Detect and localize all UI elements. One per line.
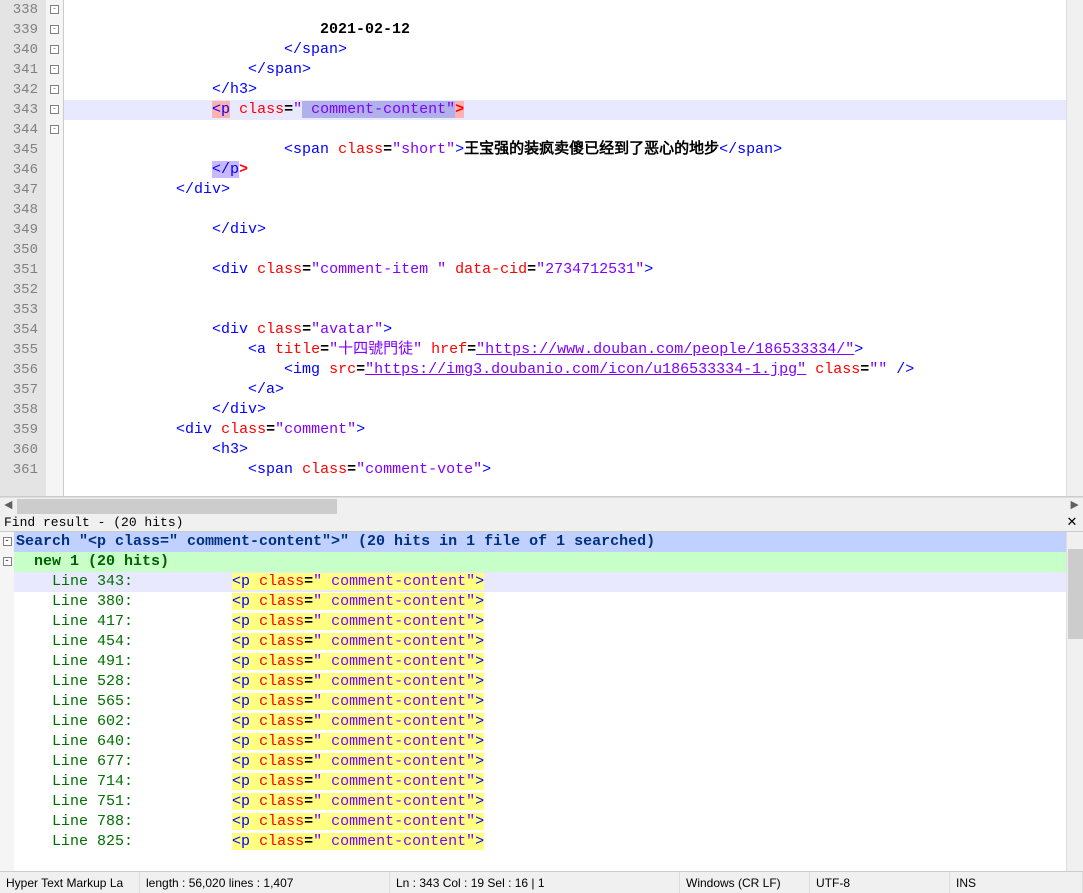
fold-column[interactable]: -------: [46, 0, 64, 496]
status-insert-mode: INS: [950, 872, 1083, 893]
status-eol: Windows (CR LF): [680, 872, 810, 893]
status-encoding: UTF-8: [810, 872, 950, 893]
find-fold-column[interactable]: --: [0, 532, 14, 871]
find-results-title: Find result - (20 hits): [4, 515, 183, 530]
find-vertical-scrollbar[interactable]: [1066, 532, 1083, 871]
status-length: length : 56,020 lines : 1,407: [140, 872, 390, 893]
status-language: Hyper Text Markup La: [0, 872, 140, 893]
close-icon[interactable]: ✕: [1065, 515, 1079, 530]
find-results-panel[interactable]: -- Search "<p class=" comment-content">"…: [0, 532, 1083, 871]
status-bar: Hyper Text Markup La length : 56,020 lin…: [0, 871, 1083, 893]
status-position: Ln : 343 Col : 19 Sel : 16 | 1: [390, 872, 680, 893]
scrollbar-thumb[interactable]: [17, 499, 337, 514]
find-results-title-bar: Find result - (20 hits) ✕: [0, 514, 1083, 532]
code-area[interactable]: 2021-02-12 </span> </span> </h3> <p clas…: [64, 0, 1066, 496]
scroll-left-icon[interactable]: ◄: [0, 498, 17, 515]
editor-vertical-scrollbar[interactable]: [1066, 0, 1083, 496]
code-editor[interactable]: 3383393403413423433443453463473483493503…: [0, 0, 1083, 497]
line-number-gutter: 3383393403413423433443453463473483493503…: [0, 0, 46, 496]
scroll-right-icon[interactable]: ►: [1066, 498, 1083, 515]
find-results-body[interactable]: Search "<p class=" comment-content">" (2…: [14, 532, 1066, 871]
editor-horizontal-scrollbar[interactable]: ◄ ►: [0, 497, 1083, 514]
